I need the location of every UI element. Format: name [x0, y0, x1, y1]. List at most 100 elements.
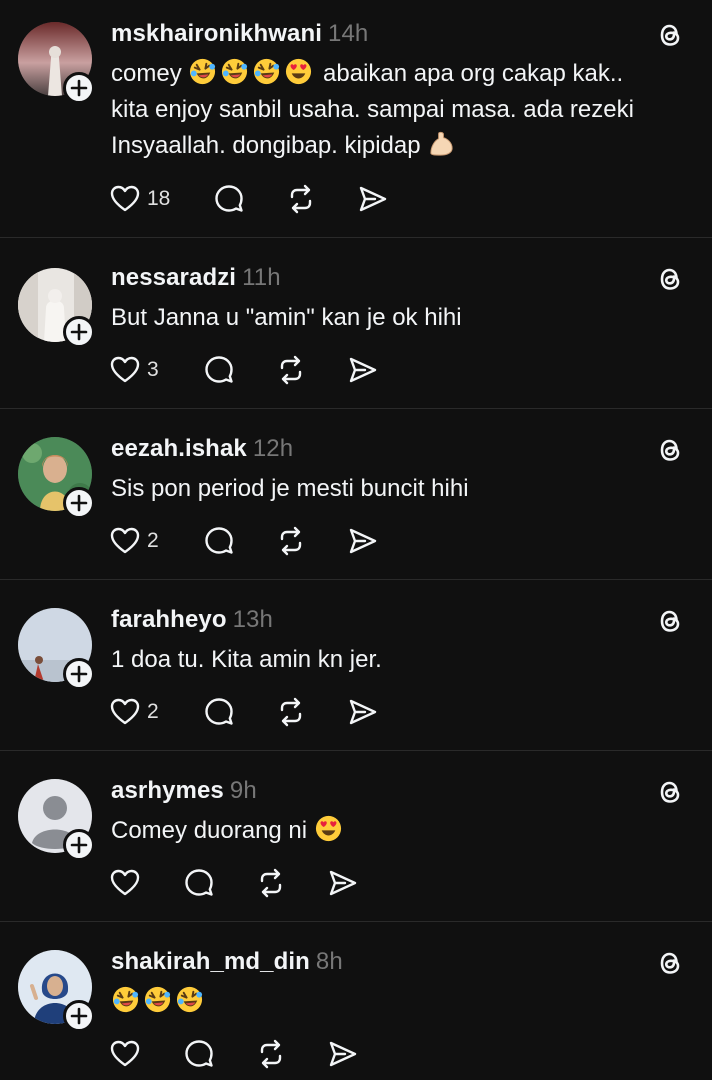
comment-line: comey abaikan apa org cakap kak..	[111, 56, 691, 92]
share-button[interactable]	[357, 183, 389, 215]
username[interactable]: asrhymes	[111, 777, 224, 804]
username[interactable]: eezah.ishak	[111, 435, 247, 462]
timestamp: 14h	[328, 20, 369, 47]
rolling-laughing-emoji-icon	[252, 57, 281, 86]
reply-button[interactable]	[183, 1038, 255, 1070]
action-bar: 18	[109, 181, 389, 217]
repost-button[interactable]	[285, 183, 357, 215]
follow-button[interactable]	[63, 72, 95, 104]
comment-bubble-icon	[213, 183, 245, 215]
heart-eyes-emoji-icon	[314, 814, 343, 843]
repost-icon	[285, 183, 317, 215]
repost-icon	[255, 1038, 287, 1070]
username[interactable]: farahheyo	[111, 606, 227, 633]
threads-logo-icon[interactable]	[654, 776, 686, 808]
reply-button[interactable]	[203, 696, 275, 728]
send-icon	[347, 354, 379, 386]
threads-logo-icon[interactable]	[654, 19, 686, 51]
follow-button[interactable]	[63, 829, 95, 861]
comment-text: Comey duorang ni	[111, 813, 691, 849]
comment-text: But Janna u "amin" kan je ok hihi	[111, 304, 462, 331]
comment-item: asrhymes 9h Comey duorang ni	[0, 751, 712, 922]
heart-icon	[109, 1038, 141, 1070]
comments-feed: mskhaironikhwani 14h comey abaikan apa or…	[0, 0, 712, 1080]
send-icon	[327, 867, 359, 899]
like-count: 2	[147, 529, 159, 552]
comment-bubble-icon	[183, 867, 215, 899]
repost-button[interactable]	[255, 867, 327, 899]
comment-line: kita enjoy sanbil usaha. sampai masa. ad…	[111, 96, 634, 123]
username[interactable]: nessaradzi	[111, 264, 236, 291]
like-count: 18	[147, 187, 171, 210]
action-bar	[109, 1036, 359, 1072]
like-button[interactable]	[109, 1038, 183, 1070]
like-button[interactable]: 2	[109, 696, 203, 728]
threads-logo-icon[interactable]	[654, 947, 686, 979]
repost-button[interactable]	[275, 525, 347, 557]
comment-header: asrhymes 9h	[111, 777, 257, 805]
action-bar: 2	[109, 694, 379, 730]
repost-button[interactable]	[255, 1038, 327, 1070]
follow-button[interactable]	[63, 487, 95, 519]
heart-eyes-emoji-icon	[284, 57, 313, 86]
action-bar	[109, 865, 359, 901]
action-bar: 3	[109, 352, 379, 388]
like-button[interactable]: 2	[109, 525, 203, 557]
comment-item: shakirah_md_din 8h	[0, 922, 712, 1080]
threads-logo-icon[interactable]	[654, 263, 686, 295]
send-icon	[347, 525, 379, 557]
reply-button[interactable]	[183, 867, 255, 899]
comment-line: Insyaallah. dongibap. kipidap	[111, 128, 691, 164]
repost-icon	[275, 525, 307, 557]
repost-button[interactable]	[275, 354, 347, 386]
reply-button[interactable]	[213, 183, 285, 215]
like-button[interactable]	[109, 867, 183, 899]
reply-button[interactable]	[203, 354, 275, 386]
heart-icon	[109, 183, 141, 215]
rolling-laughing-emoji-icon	[175, 985, 204, 1014]
comment-bubble-icon	[183, 1038, 215, 1070]
comment-item: eezah.ishak 12h Sis pon period je mesti b…	[0, 409, 712, 580]
reply-button[interactable]	[203, 525, 275, 557]
heart-icon	[109, 525, 141, 557]
repost-icon	[255, 867, 287, 899]
comment-bubble-icon	[203, 354, 235, 386]
follow-button[interactable]	[63, 1000, 95, 1032]
flexed-biceps-emoji-icon	[427, 129, 456, 158]
comment-header: nessaradzi 11h	[111, 264, 281, 292]
plus-icon	[69, 322, 89, 342]
plus-icon	[69, 664, 89, 684]
username[interactable]: shakirah_md_din	[111, 948, 310, 975]
threads-logo-icon[interactable]	[654, 434, 686, 466]
plus-icon	[69, 835, 89, 855]
like-button[interactable]: 3	[109, 354, 203, 386]
like-button[interactable]: 18	[109, 183, 213, 215]
share-button[interactable]	[347, 525, 379, 557]
follow-button[interactable]	[63, 658, 95, 690]
share-button[interactable]	[347, 354, 379, 386]
timestamp: 11h	[242, 264, 281, 291]
send-icon	[327, 1038, 359, 1070]
rolling-laughing-emoji-icon	[188, 57, 217, 86]
timestamp: 8h	[315, 948, 343, 975]
username[interactable]: mskhaironikhwani	[111, 20, 322, 47]
comment-item: mskhaironikhwani 14h comey abaikan apa or…	[0, 0, 712, 238]
repost-button[interactable]	[275, 696, 347, 728]
repost-icon	[275, 354, 307, 386]
comment-header: eezah.ishak 12h	[111, 435, 293, 463]
heart-icon	[109, 696, 141, 728]
comment-text: 1 doa tu. Kita amin kn jer.	[111, 646, 382, 673]
action-bar: 2	[109, 523, 379, 559]
timestamp: 13h	[232, 606, 273, 633]
comment-item: nessaradzi 11h But Janna u "amin" kan je …	[0, 238, 712, 409]
follow-button[interactable]	[63, 316, 95, 348]
comment-header: farahheyo 13h	[111, 606, 273, 634]
comment-text	[111, 984, 691, 1020]
repost-icon	[275, 696, 307, 728]
share-button[interactable]	[327, 867, 359, 899]
rolling-laughing-emoji-icon	[111, 985, 140, 1014]
threads-logo-icon[interactable]	[654, 605, 686, 637]
share-button[interactable]	[327, 1038, 359, 1070]
share-button[interactable]	[347, 696, 379, 728]
timestamp: 9h	[229, 777, 257, 804]
